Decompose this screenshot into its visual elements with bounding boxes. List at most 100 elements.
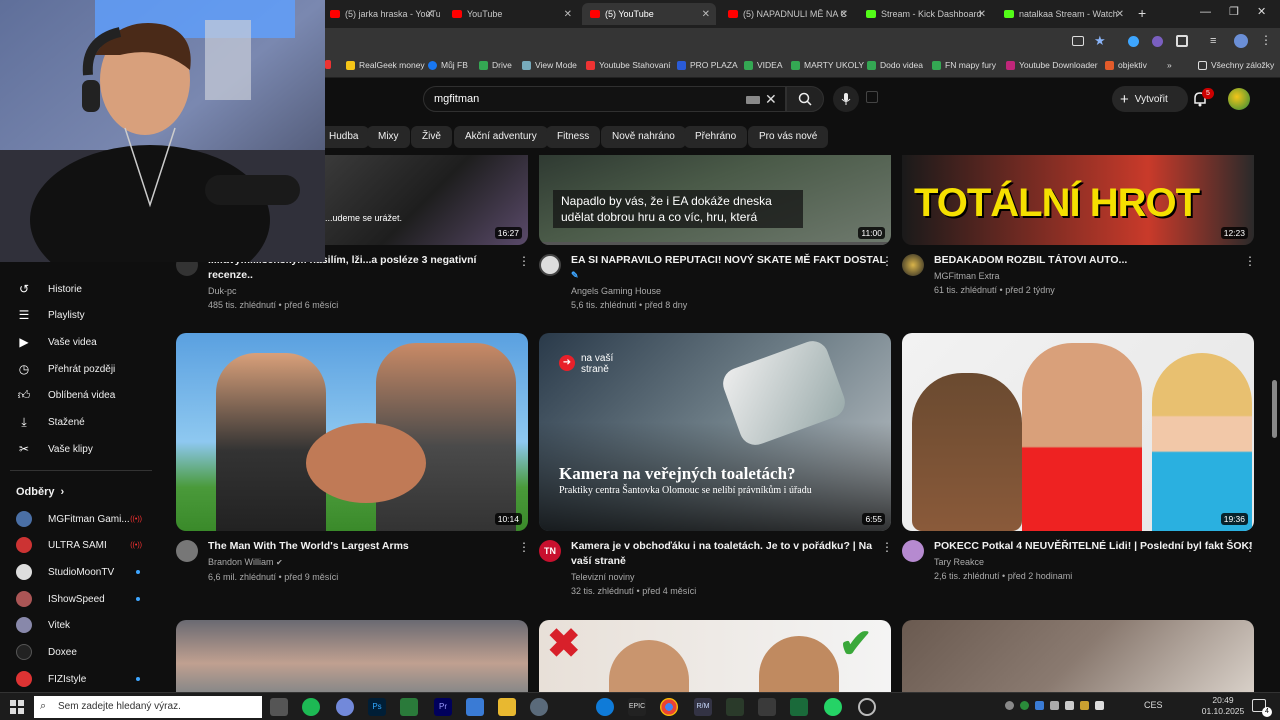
maximize-button[interactable]: ❐ bbox=[1229, 5, 1239, 18]
bookmark-item[interactable]: FN mapy fury bbox=[932, 60, 996, 70]
channel-avatar[interactable] bbox=[176, 540, 198, 562]
more-actions-icon[interactable]: ⋮ bbox=[1244, 540, 1256, 554]
app-icon[interactable] bbox=[400, 698, 418, 716]
video-thumbnail[interactable]: 19:36 bbox=[902, 333, 1254, 531]
video-thumbnail[interactable] bbox=[176, 620, 528, 692]
tray-icon[interactable] bbox=[1005, 701, 1014, 710]
close-window-button[interactable]: ✕ bbox=[1257, 5, 1266, 18]
sub-mgfitman-gaming[interactable]: MGFitman Gami... ((•)) bbox=[0, 506, 160, 532]
chip-prehrano[interactable]: Přehráno bbox=[684, 126, 748, 148]
search-button[interactable] bbox=[786, 86, 824, 112]
channel-name[interactable]: Angels Gaming House bbox=[571, 284, 687, 298]
excel-icon[interactable] bbox=[790, 698, 808, 716]
tab-6[interactable]: natalkaa Stream - Watch ✕ bbox=[996, 3, 1130, 25]
channel-avatar[interactable]: TN bbox=[539, 540, 561, 562]
channel-name[interactable]: Brandon William ✔ bbox=[208, 555, 338, 570]
sub-fizistyle[interactable]: FIZIstyle bbox=[0, 666, 160, 692]
file-explorer-icon[interactable] bbox=[498, 698, 516, 716]
store-icon[interactable] bbox=[466, 698, 484, 716]
chip-mixy[interactable]: Mixy bbox=[367, 126, 410, 148]
tray-icon[interactable] bbox=[1095, 701, 1104, 710]
tray-icon[interactable] bbox=[1080, 701, 1089, 710]
sub-ishowspeed[interactable]: IShowSpeed bbox=[0, 586, 160, 612]
app-icon[interactable] bbox=[726, 698, 744, 716]
video-title[interactable]: The Man With The World's Largest Arms bbox=[208, 539, 508, 554]
video-thumbnail[interactable]: ✖ ✔ bbox=[539, 620, 891, 692]
video-thumbnail[interactable]: ➜ na vaší straně Kamera na veřejných toa… bbox=[539, 333, 891, 531]
chip-nove-nahrano[interactable]: Nově nahráno bbox=[601, 126, 686, 148]
sidebar-item-liked[interactable]: 👍︎ Oblíbená videa bbox=[0, 382, 160, 408]
bookmark-item[interactable]: View Mode bbox=[522, 60, 577, 70]
close-icon[interactable]: ✕ bbox=[1116, 9, 1124, 20]
minimize-button[interactable]: — bbox=[1200, 6, 1211, 18]
clear-icon[interactable]: ✕ bbox=[765, 91, 777, 108]
account-avatar[interactable] bbox=[1228, 88, 1250, 110]
tray-icon[interactable] bbox=[1050, 701, 1059, 710]
more-bookmarks-chevron[interactable]: » bbox=[1167, 60, 1172, 70]
more-actions-icon[interactable]: ⋮ bbox=[518, 540, 530, 554]
sub-ultra-sami[interactable]: ULTRA SAMI ((•)) bbox=[0, 532, 160, 558]
windows-start-icon[interactable] bbox=[10, 700, 24, 714]
discord-icon[interactable] bbox=[336, 698, 354, 716]
yt-extension-icon[interactable] bbox=[866, 91, 878, 103]
sub-studiomoontv[interactable]: StudioMoonTV bbox=[0, 559, 160, 585]
tab-2[interactable]: YouTube ✕ bbox=[444, 3, 578, 25]
sidebar-item-history[interactable]: ↺ Historie bbox=[0, 276, 160, 302]
epic-games-icon[interactable]: EPIC bbox=[628, 698, 646, 716]
bookmark-item[interactable]: VIDEA bbox=[744, 60, 783, 70]
star-icon[interactable]: ★ bbox=[1094, 33, 1106, 49]
spotify-icon[interactable] bbox=[302, 698, 320, 716]
video-title[interactable]: POKECC Potkal 4 NEUVĚŘITELNÉ Lidi! | Pos… bbox=[934, 539, 1253, 554]
video-thumbnail[interactable]: Napadlo by vás, že i EA dokáže dneska ud… bbox=[539, 155, 891, 245]
clock[interactable]: 20:49 01.10.2025 bbox=[1200, 695, 1246, 717]
bookmark-item[interactable]: Drive bbox=[479, 60, 512, 70]
channel-name[interactable]: MGFitman Extra bbox=[934, 269, 1055, 283]
kebab-menu-icon[interactable]: ⋮ bbox=[1260, 33, 1272, 47]
tab-4[interactable]: (5) NAPADNULI MĚ NA C ✕ bbox=[720, 3, 854, 25]
task-view-icon[interactable] bbox=[270, 698, 288, 716]
tray-icon[interactable] bbox=[1065, 701, 1074, 710]
menu-lines-icon[interactable]: ≡ bbox=[1210, 35, 1216, 47]
chip-fitness[interactable]: Fitness bbox=[546, 126, 601, 148]
video-thumbnail[interactable]: TOTÁLNÍ HROT 12:23 bbox=[902, 155, 1254, 245]
new-tab-button[interactable]: + bbox=[1138, 5, 1146, 21]
channel-name[interactable]: Duk-pc bbox=[208, 284, 338, 298]
sidebar-item-downloads[interactable]: ⤓ Stažené bbox=[0, 409, 160, 435]
channel-name[interactable]: Tary Reakce bbox=[934, 555, 1072, 569]
page-scrollbar-thumb[interactable] bbox=[1272, 380, 1277, 438]
app-icon[interactable] bbox=[530, 698, 548, 716]
video-title[interactable]: Kamera je v obchoďáku i na toaletách. Je… bbox=[571, 539, 876, 569]
tray-icon[interactable] bbox=[1020, 701, 1029, 710]
sub-vitek[interactable]: Vitek bbox=[0, 612, 160, 638]
bookmark-item[interactable]: objektiv bbox=[1105, 60, 1147, 70]
create-button[interactable]: + Vytvořit bbox=[1112, 86, 1188, 112]
video-title[interactable]: BEDAKADOM ROZBIL TÁTOVI AUTO... bbox=[934, 253, 1234, 268]
extension-icon[interactable] bbox=[1152, 36, 1163, 47]
app-icon[interactable] bbox=[858, 698, 876, 716]
extension-icon[interactable] bbox=[1128, 36, 1139, 47]
channel-avatar[interactable] bbox=[902, 540, 924, 562]
calculator-icon[interactable] bbox=[758, 698, 776, 716]
sidebar-item-playlists[interactable]: ☰ Playlisty bbox=[0, 302, 160, 328]
search-input[interactable]: mgfitman ✕ bbox=[423, 86, 786, 112]
sidebar-item-clips[interactable]: ✂ Vaše klipy bbox=[0, 436, 160, 462]
bookmark-item[interactable]: Youtube Downloader bbox=[1006, 60, 1098, 70]
cast-icon[interactable] bbox=[1072, 36, 1084, 46]
chip-pro-vas-nove[interactable]: Pro vás nové bbox=[748, 126, 829, 148]
close-icon[interactable]: ✕ bbox=[702, 9, 710, 20]
voice-search-button[interactable] bbox=[833, 86, 859, 112]
bookmark-item[interactable] bbox=[325, 60, 335, 69]
photoshop-icon[interactable]: Ps bbox=[368, 698, 386, 716]
close-icon[interactable]: ✕ bbox=[840, 9, 848, 20]
video-thumbnail[interactable] bbox=[902, 620, 1254, 692]
video-thumbnail[interactable]: ...udeme se urážet. 16:27 bbox=[325, 155, 528, 245]
sub-doxee[interactable]: Doxee bbox=[0, 639, 160, 665]
channel-avatar[interactable] bbox=[902, 254, 924, 276]
keyboard-icon[interactable] bbox=[746, 96, 760, 104]
chip-zive[interactable]: Živě bbox=[411, 126, 452, 148]
more-actions-icon[interactable]: ⋮ bbox=[881, 254, 893, 268]
tab-3-active[interactable]: (5) YouTube ✕ bbox=[582, 3, 716, 25]
more-actions-icon[interactable]: ⋮ bbox=[1244, 254, 1256, 268]
windows-search-input[interactable]: ⌕ Sem zadejte hledaný výraz. bbox=[34, 696, 262, 718]
tab-1[interactable]: (5) jarka hraska - YouTube✕ bbox=[322, 3, 440, 25]
